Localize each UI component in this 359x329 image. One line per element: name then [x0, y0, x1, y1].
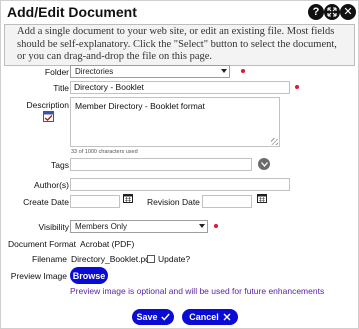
authors-label: Author(s): [34, 180, 69, 190]
tags-dropdown-button[interactable]: [258, 158, 270, 170]
description-label: Description: [26, 100, 69, 110]
folder-select-value: Directories: [75, 67, 114, 76]
revision-date-input[interactable]: [202, 195, 252, 208]
title-label: Title: [53, 83, 69, 93]
filename-label: Filename: [32, 254, 67, 264]
tags-input[interactable]: [70, 158, 252, 171]
info-panel: Add a single document to your web site, …: [4, 24, 355, 66]
document-format-label: Document Format: [8, 239, 77, 249]
update-checkbox[interactable]: [147, 255, 155, 263]
close-icon[interactable]: ✕: [340, 4, 356, 20]
dialog-title-bar: Add/Edit Document ? ✕: [1, 1, 358, 23]
add-edit-document-dialog: Add/Edit Document ? ✕ Add a single docum…: [0, 0, 359, 329]
dialog-title: Add/Edit Document: [7, 4, 137, 20]
preview-image-label: Preview Image: [10, 271, 67, 281]
chevron-down-icon: [260, 161, 268, 167]
resize-handle-icon[interactable]: [271, 138, 278, 145]
browse-button[interactable]: Browse: [70, 267, 108, 284]
tags-label: Tags: [51, 160, 69, 170]
visibility-label: Visibility: [38, 222, 69, 232]
update-label: Update?: [158, 254, 191, 264]
preview-image-note: Preview image is optional and will be us…: [70, 286, 325, 296]
authors-input[interactable]: [70, 178, 290, 191]
expand-icon[interactable]: [324, 4, 340, 20]
help-icon[interactable]: ?: [308, 4, 324, 20]
chevron-down-icon: [199, 224, 205, 228]
folder-label: Folder: [44, 67, 69, 77]
save-button-label: Save: [136, 312, 158, 322]
description-textarea[interactable]: Member Directory - Booklet format: [70, 97, 280, 147]
visibility-select-value: Members Only: [75, 222, 128, 231]
calendar-icon[interactable]: [123, 193, 133, 203]
cancel-button-label: Cancel: [189, 312, 219, 322]
create-date-input[interactable]: [70, 195, 120, 208]
description-text: Member Directory - Booklet format: [75, 101, 205, 111]
expand-arrows-icon: [327, 7, 337, 17]
save-button[interactable]: Save: [132, 309, 174, 325]
required-marker: [214, 224, 218, 228]
create-date-label: Create Date: [23, 197, 69, 207]
close-icon: [223, 313, 231, 321]
filename-value: Directory_Booklet.pdf: [71, 254, 153, 264]
checkmark-icon: [160, 313, 170, 321]
required-marker: [295, 85, 299, 89]
folder-select[interactable]: Directories: [70, 65, 230, 78]
cancel-button[interactable]: Cancel: [182, 309, 238, 325]
description-char-counter: 33 of 1000 characters used: [71, 149, 138, 155]
calendar-icon[interactable]: [257, 193, 267, 203]
document-format-value: Acrobat (PDF): [80, 239, 135, 249]
required-marker: [241, 69, 245, 73]
spellcheck-icon[interactable]: [43, 111, 54, 122]
chevron-down-icon: [221, 69, 227, 73]
visibility-select[interactable]: Members Only: [70, 220, 208, 233]
title-input[interactable]: Directory - Booklet: [70, 81, 290, 94]
revision-date-label: Revision Date: [147, 197, 200, 207]
